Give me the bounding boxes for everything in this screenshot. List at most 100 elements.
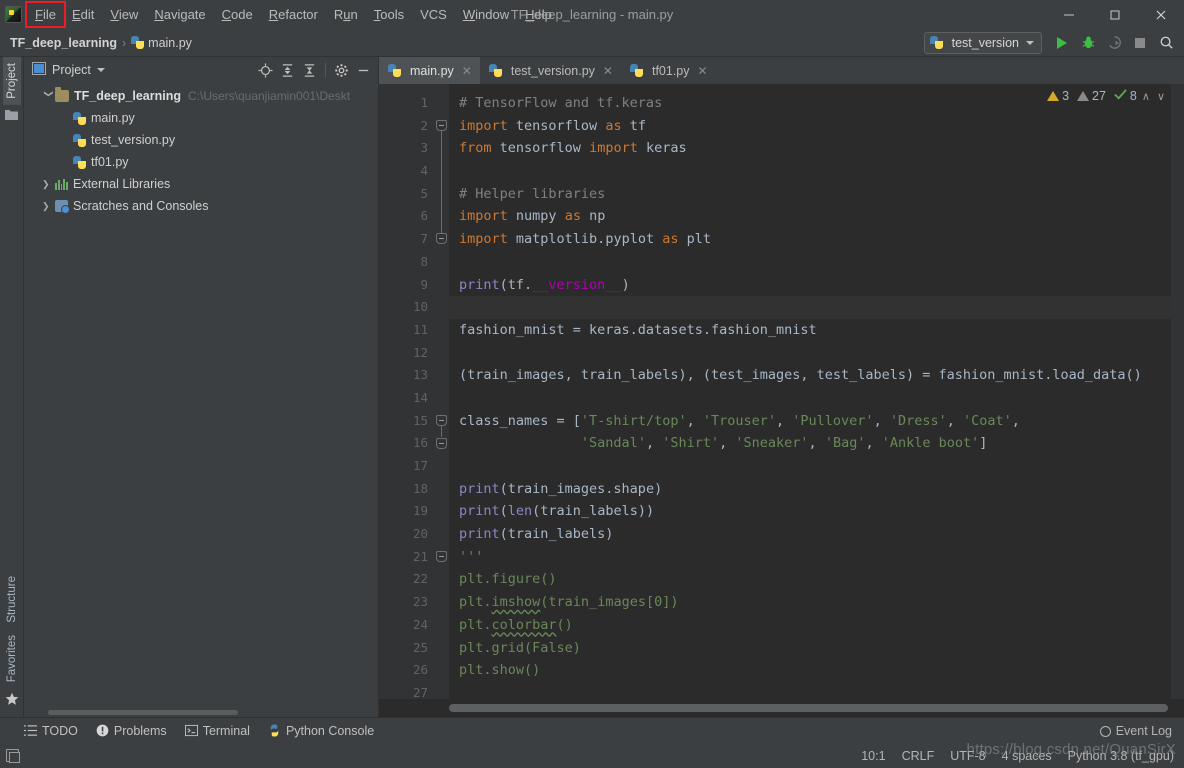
tool-window-python-console[interactable]: Python Console xyxy=(268,724,374,738)
fold-region-start-icon[interactable] xyxy=(436,120,447,131)
expand-all-icon[interactable] xyxy=(277,60,298,81)
marker-scrollbar[interactable] xyxy=(1171,84,1184,699)
editor-tab-test_version-py[interactable]: test_version.py✕ xyxy=(480,57,621,84)
warning-count[interactable]: 3 xyxy=(1047,89,1069,103)
minimize-button[interactable] xyxy=(1046,0,1092,29)
close-button[interactable] xyxy=(1138,0,1184,29)
menu-file[interactable]: File xyxy=(27,3,64,26)
file-encoding[interactable]: UTF-8 xyxy=(950,749,985,763)
menu-code[interactable]: Code xyxy=(214,3,261,26)
menu-vcs[interactable]: VCS xyxy=(412,3,455,26)
code-line[interactable]: plt.imshow(train_images[0]) xyxy=(449,591,1184,614)
fold-region-start-icon[interactable] xyxy=(436,551,447,562)
code-line[interactable] xyxy=(449,455,1184,478)
code-line[interactable]: plt.show() xyxy=(449,659,1184,682)
code-line[interactable] xyxy=(449,251,1184,274)
code-line[interactable]: # Helper libraries xyxy=(449,183,1184,206)
code-line[interactable]: plt.figure() xyxy=(449,568,1184,591)
run-with-coverage-button[interactable] xyxy=(1102,31,1126,55)
debug-button[interactable] xyxy=(1076,31,1100,55)
chevron-right-icon[interactable]: ❯ xyxy=(42,179,55,190)
collapse-all-icon[interactable] xyxy=(299,60,320,81)
close-icon[interactable]: ✕ xyxy=(462,64,472,78)
fold-region-end-icon[interactable] xyxy=(436,438,447,449)
chevron-right-icon[interactable]: ❯ xyxy=(42,201,55,212)
editor-tab-main-py[interactable]: main.py✕ xyxy=(379,57,480,84)
code-line[interactable]: print(len(train_labels)) xyxy=(449,500,1184,523)
caret-position[interactable]: 10:1 xyxy=(861,749,885,763)
close-icon[interactable]: ✕ xyxy=(698,64,708,78)
stop-button[interactable] xyxy=(1128,31,1152,55)
code-line[interactable]: import matplotlib.pyplot as plt xyxy=(449,228,1184,251)
menu-run[interactable]: Run xyxy=(326,3,366,26)
menu-tools[interactable]: Tools xyxy=(366,3,412,26)
breadcrumb-file[interactable]: main.py xyxy=(148,36,192,50)
previous-problem-icon[interactable]: ∧ xyxy=(1140,90,1152,103)
project-horizontal-scrollbar[interactable] xyxy=(24,708,378,717)
inspection-ok[interactable]: 8 xyxy=(1114,88,1137,104)
rail-tab-project[interactable]: Project xyxy=(3,57,21,105)
code-line[interactable]: class_names = ['T-shirt/top', 'Trouser',… xyxy=(449,410,1184,433)
editor-horizontal-scrollbar[interactable] xyxy=(379,699,1184,717)
project-view-chevron-down-icon[interactable] xyxy=(97,68,105,72)
tree-node-tf-deep-learning[interactable]: ❯TF_deep_learningC:\Users\quanjiamin001\… xyxy=(24,85,378,107)
code-line[interactable] xyxy=(449,160,1184,183)
tree-node-external-libraries[interactable]: ❯External Libraries xyxy=(24,173,378,195)
breadcrumb-project[interactable]: TF_deep_learning xyxy=(10,36,117,50)
settings-gear-icon[interactable] xyxy=(331,60,352,81)
menu-help[interactable]: Help xyxy=(517,3,560,26)
code-line[interactable]: print(train_images.shape) xyxy=(449,478,1184,501)
code-line[interactable]: 'Sandal', 'Shirt', 'Sneaker', 'Bag', 'An… xyxy=(449,432,1184,455)
code-line[interactable] xyxy=(449,387,1184,410)
code-folding-gutter[interactable] xyxy=(435,84,449,699)
code-line[interactable]: (train_images, train_labels), (test_imag… xyxy=(449,364,1184,387)
menu-edit[interactable]: Edit xyxy=(64,3,102,26)
menu-refactor[interactable]: Refactor xyxy=(261,3,326,26)
code-line[interactable]: import tensorflow as tf xyxy=(449,115,1184,138)
weak-warning-count[interactable]: 27 xyxy=(1077,89,1106,103)
code-line[interactable]: plt.colorbar() xyxy=(449,614,1184,637)
chevron-down-icon[interactable]: ❯ xyxy=(43,90,54,103)
code-line[interactable] xyxy=(449,296,1184,319)
fold-region-start-icon[interactable] xyxy=(436,415,447,426)
inspection-widget[interactable]: 3 27 8 ∧ ∨ xyxy=(1047,88,1167,104)
code-line[interactable]: fashion_mnist = keras.datasets.fashion_m… xyxy=(449,319,1184,342)
next-problem-icon[interactable]: ∨ xyxy=(1155,90,1167,103)
code-line[interactable]: print(tf.__version__) xyxy=(449,274,1184,297)
run-button[interactable] xyxy=(1050,31,1074,55)
hide-panel-icon[interactable] xyxy=(353,60,374,81)
locate-icon[interactable] xyxy=(255,60,276,81)
python-interpreter[interactable]: Python 3.8 (tf_gpu) xyxy=(1068,749,1174,763)
indent-setting[interactable]: 4 spaces xyxy=(1002,749,1052,763)
line-separator[interactable]: CRLF xyxy=(902,749,935,763)
document-layout-icon[interactable] xyxy=(6,749,19,762)
tree-node-main-py[interactable]: main.py xyxy=(24,107,378,129)
editor-tab-tf01-py[interactable]: tf01.py✕ xyxy=(621,57,716,84)
rail-tab-structure[interactable]: Structure xyxy=(3,570,21,629)
fold-region-end-icon[interactable] xyxy=(436,233,447,244)
menu-view[interactable]: View xyxy=(102,3,146,26)
tool-window-todo[interactable]: TODO xyxy=(24,724,78,738)
tool-window-problems[interactable]: Problems xyxy=(96,724,167,738)
code-line[interactable]: from tensorflow import keras xyxy=(449,137,1184,160)
code-line[interactable]: print(train_labels) xyxy=(449,523,1184,546)
event-log-button[interactable]: Event Log xyxy=(1100,724,1172,738)
tree-node-test-version-py[interactable]: test_version.py xyxy=(24,129,378,151)
code-line[interactable] xyxy=(449,342,1184,365)
code-line[interactable]: import numpy as np xyxy=(449,205,1184,228)
menu-navigate[interactable]: Navigate xyxy=(146,3,213,26)
code-editor[interactable]: 1234567891011121314151617181920212223242… xyxy=(379,84,1184,699)
project-tree[interactable]: ❯TF_deep_learningC:\Users\quanjiamin001\… xyxy=(24,83,378,708)
source-code[interactable]: # TensorFlow and tf.kerasimport tensorfl… xyxy=(449,84,1184,699)
code-line[interactable]: plt.grid(False) xyxy=(449,637,1184,660)
close-icon[interactable]: ✕ xyxy=(603,64,613,78)
search-everywhere-button[interactable] xyxy=(1154,31,1178,55)
run-configuration-selector[interactable]: test_version xyxy=(924,32,1042,54)
tree-node-scratches-and-consoles[interactable]: ❯Scratches and Consoles xyxy=(24,195,378,217)
tree-node-tf01-py[interactable]: tf01.py xyxy=(24,151,378,173)
code-line[interactable]: ''' xyxy=(449,546,1184,569)
maximize-button[interactable] xyxy=(1092,0,1138,29)
rail-tab-favorites[interactable]: Favorites xyxy=(3,629,21,688)
menu-window[interactable]: Window xyxy=(455,3,517,26)
tool-window-terminal[interactable]: Terminal xyxy=(185,724,250,738)
